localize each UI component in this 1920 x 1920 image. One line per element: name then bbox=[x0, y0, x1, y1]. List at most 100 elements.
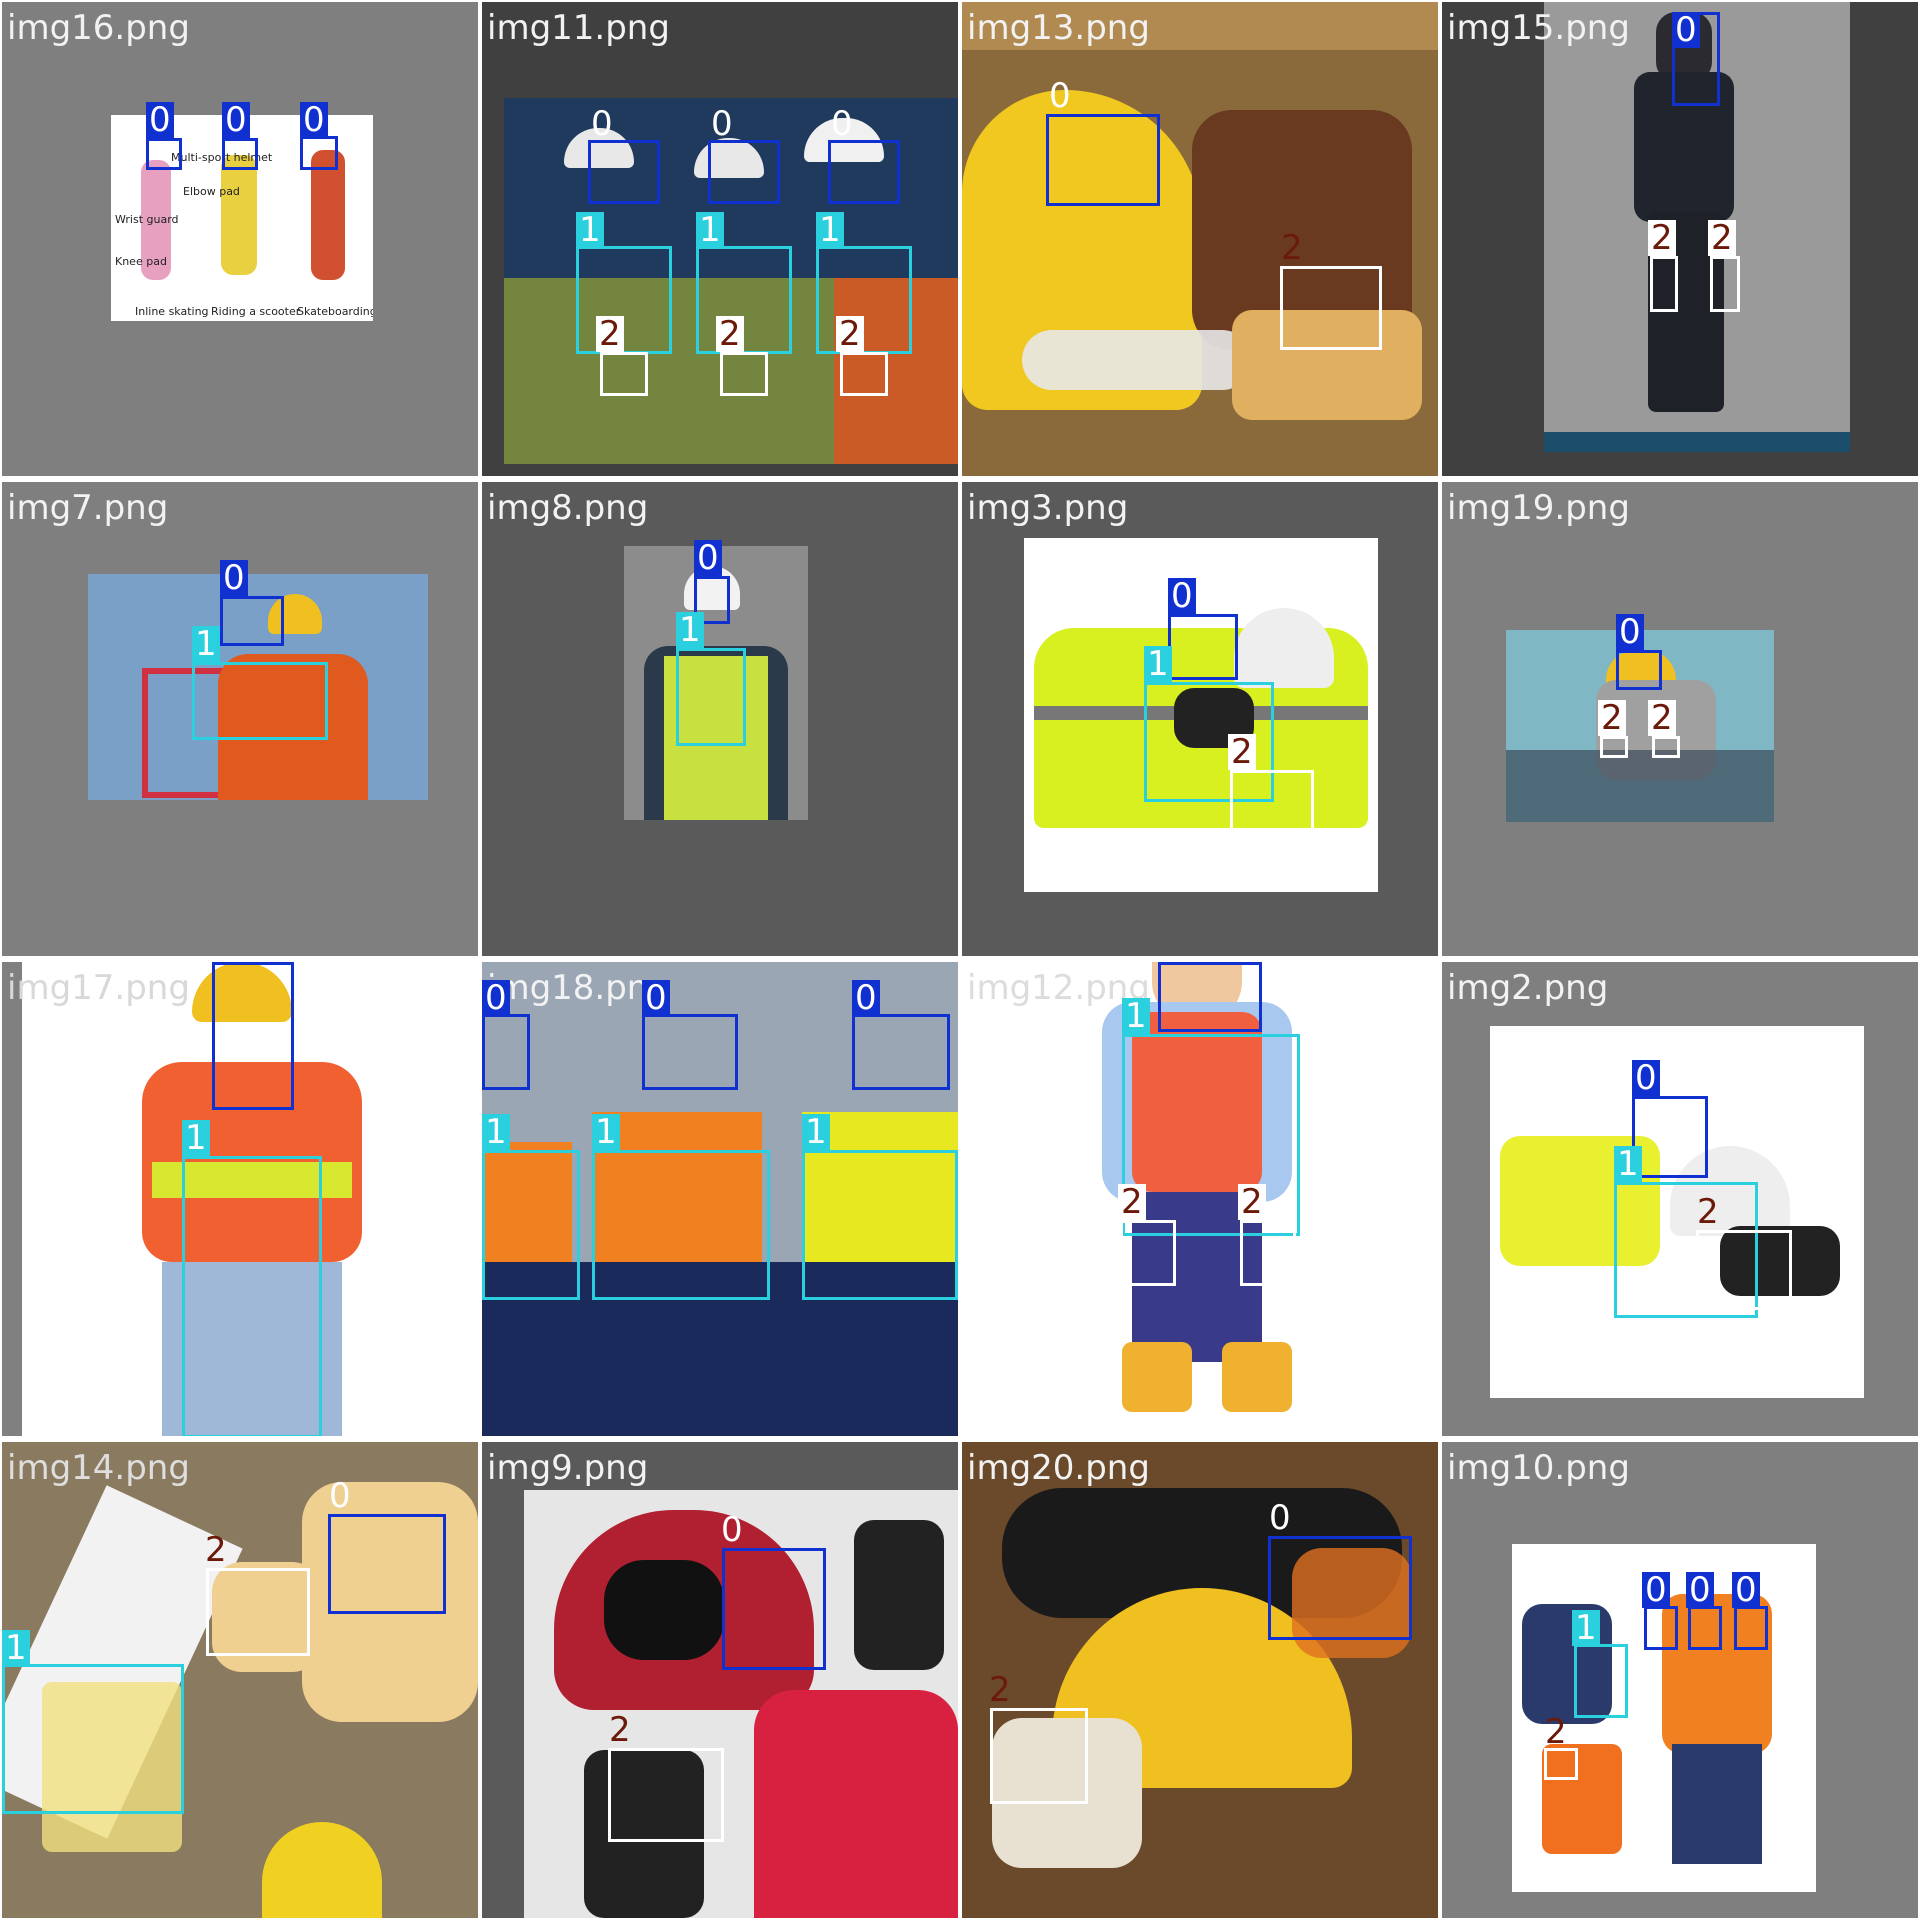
image-filename: img10.png bbox=[1447, 1448, 1630, 1488]
tile-img20: img20.png 0 2 bbox=[962, 1442, 1438, 1918]
detection-box bbox=[576, 246, 672, 354]
detection-class-label: 1 bbox=[696, 212, 724, 248]
detection-box bbox=[1652, 736, 1680, 758]
detection-box bbox=[802, 1150, 958, 1300]
detection-class-label: 1 bbox=[1614, 1146, 1642, 1182]
detection-box bbox=[1632, 1096, 1708, 1178]
detection-box bbox=[588, 140, 660, 204]
image-filename: img9.png bbox=[487, 1448, 649, 1488]
tile-img15: img15.png 0 2 2 bbox=[1442, 2, 1918, 476]
detection-box bbox=[852, 1014, 950, 1090]
detection-box bbox=[1280, 266, 1382, 350]
detection-class-label: 2 bbox=[1228, 734, 1256, 770]
detection-box bbox=[1120, 1220, 1176, 1286]
detection-class-label: 1 bbox=[1572, 1610, 1600, 1646]
detection-box bbox=[676, 648, 746, 746]
detection-class-label: 0 bbox=[1616, 614, 1644, 650]
detection-class-label: 0 bbox=[1686, 1572, 1714, 1608]
image-filename: img2.png bbox=[1447, 968, 1609, 1008]
detection-class-label: 0 bbox=[1168, 578, 1196, 614]
detection-class-label: 0 bbox=[329, 1476, 351, 1516]
detection-box bbox=[182, 1156, 322, 1436]
image-filename: img13.png bbox=[967, 8, 1150, 48]
detection-class-label: 2 bbox=[716, 316, 744, 352]
image-filename: img14.png bbox=[7, 1448, 190, 1488]
detection-box bbox=[592, 1150, 770, 1300]
detection-box bbox=[1240, 1220, 1296, 1286]
detection-box bbox=[1544, 1748, 1578, 1780]
tile-img13: img13.png 0 2 bbox=[962, 2, 1438, 476]
detection-class-label: 0 bbox=[300, 102, 328, 138]
detection-box bbox=[1616, 650, 1662, 690]
detection-box bbox=[1168, 614, 1238, 680]
detection-class-label: 1 bbox=[676, 612, 704, 648]
detection-box bbox=[816, 246, 912, 354]
detection-class-label: 1 bbox=[802, 1114, 830, 1150]
detection-class-label: 2 bbox=[1281, 228, 1303, 268]
detection-results-grid: Multi-sport helmet Elbow pad Wrist guard… bbox=[0, 0, 1920, 1920]
tile-img12: img12.png 0 1 2 2 bbox=[962, 962, 1438, 1436]
detection-box bbox=[212, 962, 294, 1110]
detection-class-label: 0 bbox=[711, 104, 733, 144]
detection-box bbox=[1688, 1606, 1722, 1650]
detection-box bbox=[708, 140, 780, 204]
detection-box bbox=[720, 352, 768, 396]
image-filename: img15.png bbox=[1447, 8, 1630, 48]
figure-label: Inline skating bbox=[135, 305, 209, 318]
detection-box bbox=[608, 1748, 724, 1842]
image-filename: img19.png bbox=[1447, 488, 1630, 528]
tile-img16: Multi-sport helmet Elbow pad Wrist guard… bbox=[2, 2, 478, 476]
detection-box bbox=[1600, 736, 1628, 758]
detection-class-label: 2 bbox=[1598, 700, 1626, 736]
detection-box bbox=[146, 138, 182, 170]
detection-class-label: 0 bbox=[1269, 1498, 1291, 1538]
detection-class-label: 2 bbox=[596, 316, 624, 352]
tile-img18: img18.png 0 0 0 1 1 1 bbox=[482, 962, 958, 1436]
detection-box bbox=[1574, 1644, 1628, 1718]
detection-box bbox=[222, 138, 258, 170]
detection-class-label: 0 bbox=[831, 104, 853, 144]
tile-img17: img17.png 0 1 bbox=[2, 962, 478, 1436]
detection-class-label: 0 bbox=[694, 540, 722, 576]
detection-class-label: 0 bbox=[721, 1510, 743, 1550]
detection-box bbox=[990, 1708, 1088, 1804]
detection-box bbox=[1046, 114, 1160, 206]
detection-box bbox=[1158, 962, 1262, 1032]
detection-class-label: 2 bbox=[836, 316, 864, 352]
figure-label: Riding a scooter bbox=[211, 305, 301, 318]
image-filename: img11.png bbox=[487, 8, 670, 48]
detection-box bbox=[2, 1664, 184, 1814]
detection-class-label: 1 bbox=[2, 1630, 30, 1666]
detection-class-label: 2 bbox=[1648, 220, 1676, 256]
detection-box bbox=[482, 1150, 580, 1300]
detection-class-label: 1 bbox=[482, 1114, 510, 1150]
detection-class-label: 1 bbox=[1144, 646, 1172, 682]
tile-image bbox=[962, 50, 1438, 476]
image-filename: img8.png bbox=[487, 488, 649, 528]
tile-img9: img9.png 0 2 bbox=[482, 1442, 958, 1918]
detection-box bbox=[300, 136, 338, 170]
detection-box bbox=[1122, 1034, 1300, 1236]
detection-box bbox=[482, 1014, 530, 1090]
detection-class-label: 1 bbox=[816, 212, 844, 248]
detection-class-label: 2 bbox=[1648, 700, 1676, 736]
detection-class-label: 0 bbox=[1672, 12, 1700, 48]
detection-class-label: 0 bbox=[146, 102, 174, 138]
detection-box bbox=[600, 352, 648, 396]
tile-img8: img8.png 0 1 bbox=[482, 482, 958, 956]
detection-class-label: 0 bbox=[1732, 1572, 1760, 1608]
detection-box bbox=[1230, 770, 1314, 842]
detection-box bbox=[1696, 1230, 1792, 1310]
figure-label: Elbow pad bbox=[183, 185, 240, 198]
detection-box bbox=[1268, 1536, 1412, 1640]
image-filename: img16.png bbox=[7, 8, 190, 48]
detection-class-label: 0 bbox=[482, 980, 510, 1016]
figure-label: Skateboarding bbox=[297, 305, 373, 318]
detection-class-label: 2 bbox=[989, 1670, 1011, 1710]
tile-img10: img10.png 0 0 0 1 2 bbox=[1442, 1442, 1918, 1918]
detection-class-label: 1 bbox=[592, 1114, 620, 1150]
detection-class-label: 2 bbox=[1118, 1184, 1146, 1220]
detection-class-label: 2 bbox=[1545, 1712, 1567, 1752]
figure-label: Wrist guard bbox=[115, 213, 179, 226]
detection-class-label: 0 bbox=[220, 560, 248, 596]
